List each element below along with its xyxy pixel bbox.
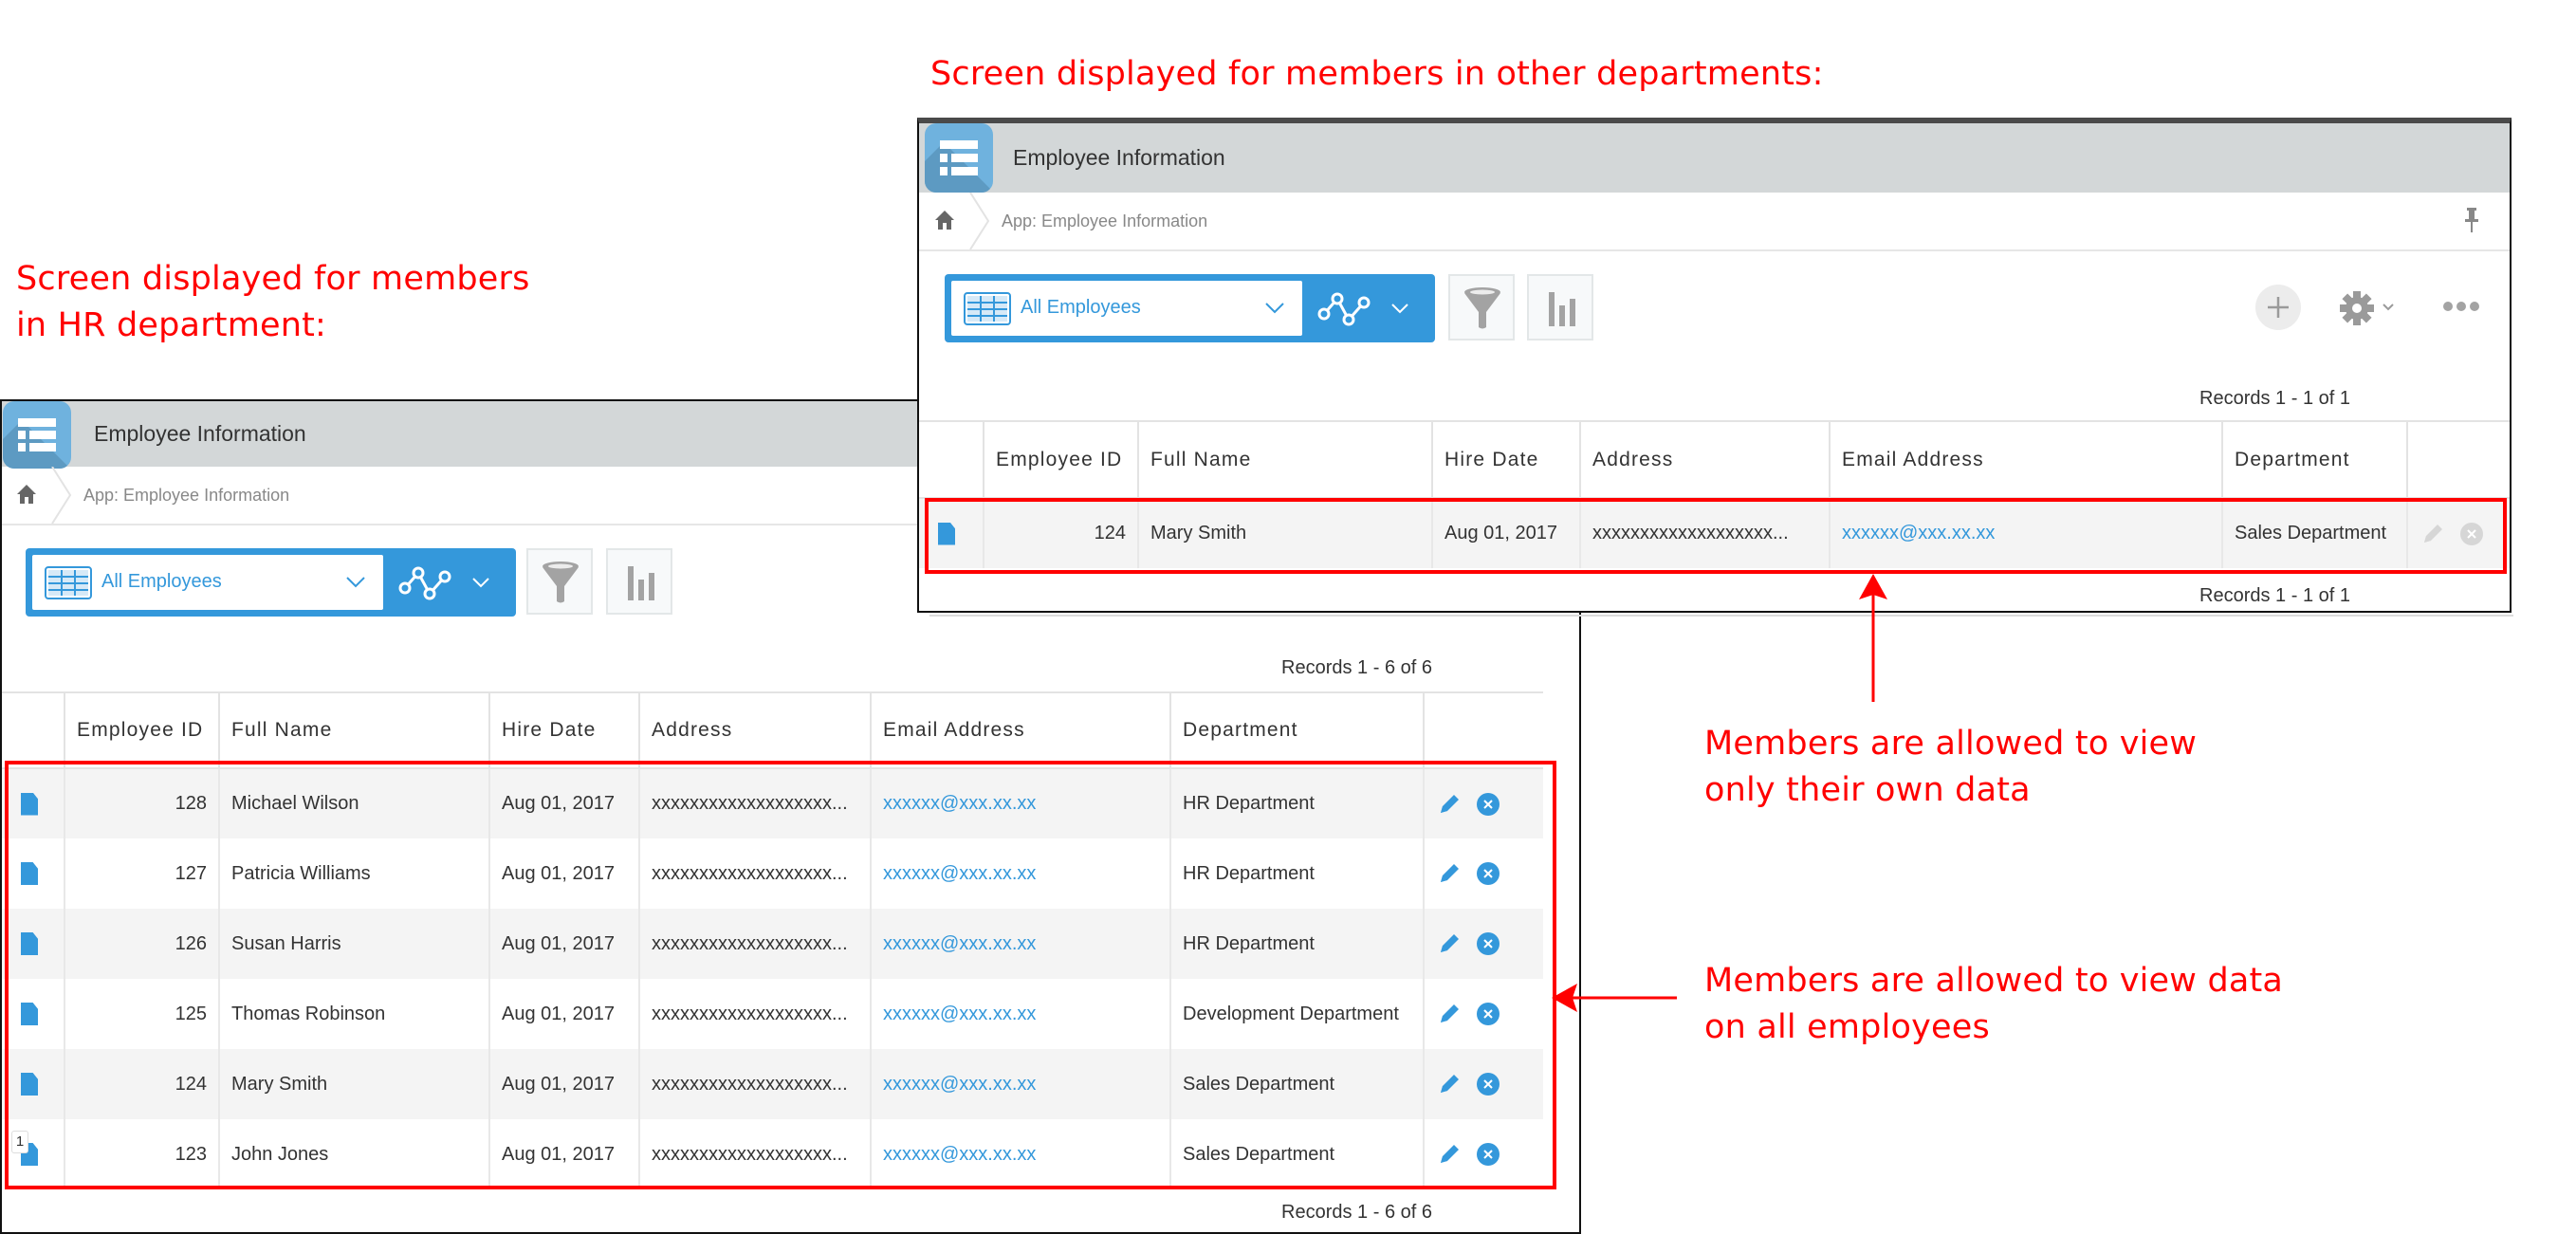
view-selector-bar: All Employees: [26, 548, 516, 617]
own-data-note-line2: only their own data: [1704, 771, 2031, 809]
filter-icon: [1464, 287, 1500, 329]
graph-chevron-down-icon[interactable]: [1390, 303, 1409, 314]
more-icon: [2443, 302, 2479, 311]
app-title: Employee Information: [1013, 145, 1225, 170]
col-header-employee-id[interactable]: Employee ID: [64, 691, 219, 769]
col-header-department[interactable]: Department: [1169, 691, 1424, 769]
left-arrow: [1552, 984, 1677, 1012]
other-departments-heading: Screen displayed for members in other de…: [930, 55, 1824, 93]
all-data-note-line1: Members are allowed to view data: [1704, 962, 2284, 1000]
more-options-button[interactable]: [2442, 299, 2480, 314]
own-data-note-line1: Members are allowed to view: [1704, 725, 2198, 763]
plus-icon: [2268, 297, 2289, 318]
col-header-address[interactable]: Address: [638, 691, 871, 769]
gear-icon: [2340, 291, 2374, 325]
chevron-down-icon: [1265, 303, 1284, 314]
chevron-down-icon: [346, 577, 365, 588]
filter-button[interactable]: [1448, 274, 1515, 341]
hr-heading-line1: Screen displayed for members: [16, 260, 530, 298]
col-header-icon: [2, 691, 64, 769]
home-icon[interactable]: [16, 484, 37, 505]
app-title: Employee Information: [94, 421, 306, 446]
bar-chart-icon: [628, 566, 654, 600]
home-icon[interactable]: [934, 210, 955, 230]
all-records-highlight: [5, 761, 1556, 1189]
table-header-row: Employee ID Full Name Hire Date Address …: [2, 691, 1543, 769]
col-header-hire-date[interactable]: Hire Date: [1431, 420, 1580, 499]
chart-button[interactable]: [1527, 274, 1593, 341]
col-header-address[interactable]: Address: [1579, 420, 1830, 499]
table-view-icon: [964, 292, 1011, 325]
col-header-department[interactable]: Department: [2221, 420, 2407, 499]
breadcrumb-separator: [969, 193, 990, 249]
col-header-actions: [1423, 691, 1543, 769]
own-record-highlight: [925, 498, 2507, 574]
hr-heading-line2: in HR department:: [16, 306, 327, 344]
records-count-bottom: Records 1 - 1 of 1: [2199, 585, 2350, 606]
pin-icon[interactable]: [2465, 208, 2478, 232]
records-count-bottom: Records 1 - 6 of 6: [1281, 1202, 1432, 1223]
chart-button[interactable]: [606, 548, 672, 615]
view-select[interactable]: All Employees: [951, 281, 1302, 336]
table-header-row: Employee ID Full Name Hire Date Address …: [919, 420, 2510, 499]
col-header-full-name[interactable]: Full Name: [218, 691, 489, 769]
view-selector-bar: All Employees: [945, 274, 1435, 342]
col-header-email[interactable]: Email Address: [1829, 420, 2222, 499]
graph-icon[interactable]: [1316, 291, 1375, 327]
list-app-icon: [925, 123, 993, 193]
col-header-hire-date[interactable]: Hire Date: [488, 691, 639, 769]
breadcrumb-app-link[interactable]: App: Employee Information: [1002, 212, 1207, 231]
panel-shadow-line: [929, 615, 2513, 617]
view-select[interactable]: All Employees: [32, 555, 383, 610]
all-data-note-line2: on all employees: [1704, 1008, 1990, 1046]
records-count-top: Records 1 - 1 of 1: [2199, 388, 2350, 409]
graph-chevron-down-icon[interactable]: [471, 577, 490, 588]
col-header-full-name[interactable]: Full Name: [1137, 420, 1432, 499]
graph-icon[interactable]: [397, 565, 456, 601]
chevron-down-icon: [2383, 304, 2394, 311]
view-name: All Employees: [1021, 297, 1141, 318]
col-header-actions: [2406, 420, 2510, 499]
breadcrumb-app-link[interactable]: App: Employee Information: [83, 486, 289, 506]
breadcrumb-separator: [51, 467, 72, 524]
tab-strip-white: [2087, 118, 2419, 122]
col-header-icon: [919, 420, 984, 499]
add-record-button[interactable]: [2255, 285, 2301, 330]
bar-chart-icon: [1549, 292, 1575, 326]
table-view-icon: [45, 566, 92, 599]
settings-button[interactable]: [2339, 290, 2396, 326]
up-arrow: [1859, 574, 1887, 702]
breadcrumb: App: Employee Information: [919, 193, 2510, 251]
list-app-icon: [3, 401, 71, 469]
tab-strip-light: [2419, 118, 2487, 122]
col-header-email[interactable]: Email Address: [870, 691, 1170, 769]
records-count-top: Records 1 - 6 of 6: [1281, 657, 1432, 678]
view-name: All Employees: [101, 571, 222, 592]
col-header-employee-id[interactable]: Employee ID: [983, 420, 1138, 499]
app-header: Employee Information: [919, 123, 2510, 193]
filter-button[interactable]: [526, 548, 593, 615]
filter-icon: [543, 562, 579, 603]
